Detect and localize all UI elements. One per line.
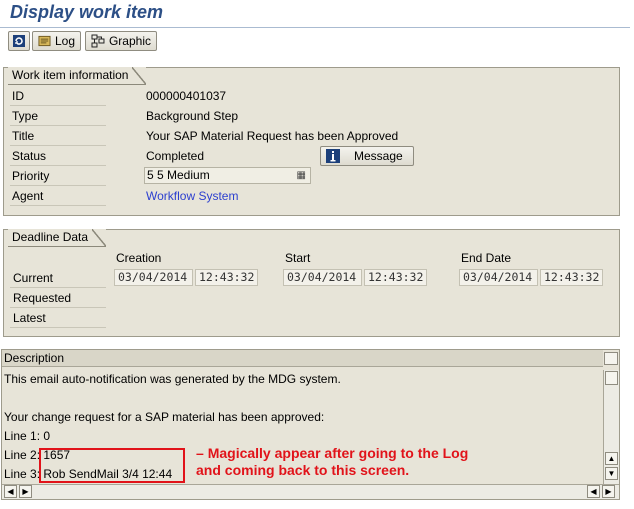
title-value: Your SAP Material Request has been Appro… <box>146 129 399 143</box>
status-label: Status <box>12 149 47 163</box>
current-creation-date: 03/04/2014 <box>114 269 193 286</box>
current-creation-time: 12:43:32 <box>195 269 258 286</box>
log-label: Log <box>54 34 75 48</box>
annotation-highlight-box <box>39 448 185 483</box>
requested-label: Requested <box>13 291 72 305</box>
dropdown-icon[interactable]: ▦ <box>297 168 306 183</box>
scroll-down-icon[interactable]: ▼ <box>605 467 618 480</box>
log-button[interactable]: Log <box>32 31 81 51</box>
current-start-date: 03/04/2014 <box>283 269 362 286</box>
graphic-label: Graphic <box>108 34 151 48</box>
latest-label: Latest <box>13 311 46 325</box>
scroll-left-end-icon[interactable]: ◀ <box>587 485 600 498</box>
label-underline <box>10 287 106 288</box>
info-icon <box>326 149 340 163</box>
deadline-group: Deadline Data Creation Start End Date Cu… <box>3 229 620 337</box>
work-item-section-title: Work item information <box>8 67 147 85</box>
label-underline <box>10 105 106 106</box>
title-label: Title <box>12 129 35 143</box>
id-value: 000000401037 <box>146 89 227 103</box>
label-underline <box>10 205 106 206</box>
toolbar: Log Graphic <box>0 29 630 55</box>
label-underline <box>10 145 106 146</box>
type-value: Background Step <box>146 109 239 123</box>
work-item-group: Work item information ID 000000401037 Ty… <box>3 67 620 216</box>
scroll-right-end-icon[interactable]: ▶ <box>602 485 615 498</box>
priority-label: Priority <box>12 169 50 183</box>
scroll-left-icon[interactable]: ◀ <box>4 485 17 498</box>
id-label: ID <box>12 89 24 103</box>
agent-link[interactable]: Workflow System <box>146 189 238 203</box>
label-underline <box>10 185 106 186</box>
graphic-icon <box>91 34 105 48</box>
message-button[interactable]: Message <box>320 146 414 166</box>
vertical-scrollbar[interactable]: ▲ ▼ <box>603 370 619 484</box>
current-label: Current <box>13 271 54 285</box>
label-underline <box>10 327 106 328</box>
current-end-time: 12:43:32 <box>540 269 603 286</box>
log-icon <box>38 35 51 47</box>
deadline-section-title: Deadline Data <box>8 229 107 247</box>
refresh-button[interactable] <box>8 31 30 51</box>
label-underline <box>10 165 106 166</box>
end-date-header: End Date <box>461 251 512 265</box>
message-label: Message <box>354 149 403 163</box>
current-end-date: 03/04/2014 <box>459 269 538 286</box>
description-line: This email auto-notification was generat… <box>4 372 341 386</box>
current-start-time: 12:43:32 <box>364 269 427 286</box>
annotation-callout: – Magically appear after going to the Lo… <box>196 445 486 479</box>
priority-value: 5 5 Medium <box>147 168 210 182</box>
description-line: Your change request for a SAP material h… <box>4 410 325 424</box>
annotation-line-1: – Magically appear after going to the Lo… <box>196 445 469 461</box>
description-header: Description <box>2 350 603 367</box>
annotation-line-2: and coming back to this screen. <box>196 462 410 478</box>
title-divider <box>0 27 630 28</box>
description-line: Line 1: 0 <box>4 429 51 443</box>
label-underline <box>10 307 106 308</box>
refresh-icon <box>13 35 25 47</box>
agent-label: Agent <box>12 189 44 203</box>
scroll-thumb[interactable] <box>605 371 618 385</box>
start-header: Start <box>285 251 311 265</box>
scroll-up-icon[interactable]: ▲ <box>605 452 618 465</box>
creation-header: Creation <box>116 251 162 265</box>
type-label: Type <box>12 109 39 123</box>
label-underline <box>10 125 106 126</box>
horizontal-scrollbar[interactable]: ◀ ▶ ◀ ▶ <box>2 484 619 499</box>
graphic-button[interactable]: Graphic <box>85 31 157 51</box>
priority-select[interactable]: 5 5 Medium ▦ <box>144 167 311 184</box>
scroll-right-icon[interactable]: ▶ <box>19 485 32 498</box>
page-title: Display work item <box>10 2 164 22</box>
status-value: Completed <box>146 149 205 163</box>
table-settings-icon[interactable] <box>604 352 618 365</box>
